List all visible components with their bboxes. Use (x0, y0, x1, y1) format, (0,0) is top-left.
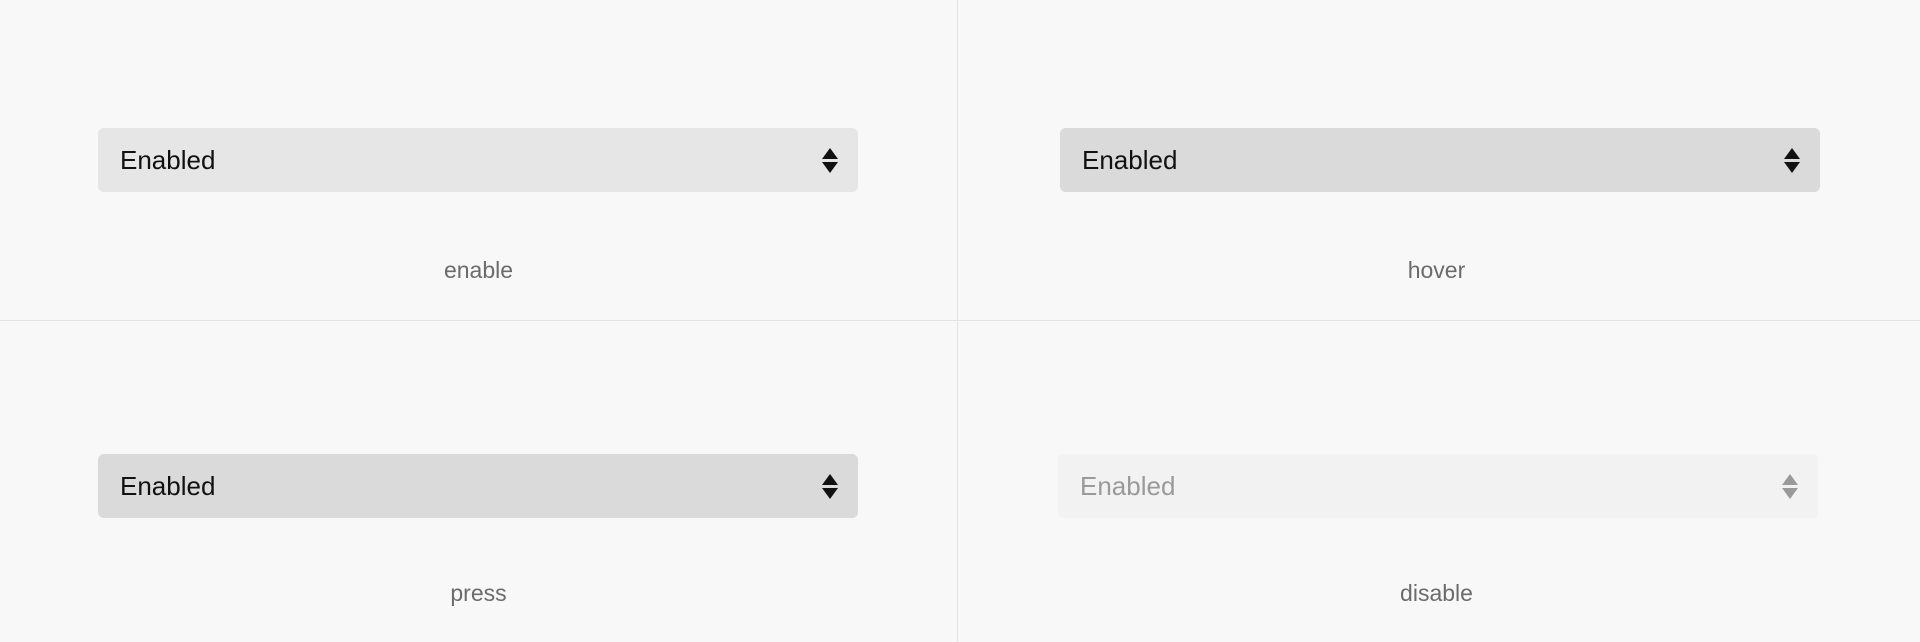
up-down-arrows-icon (1782, 473, 1798, 499)
select-disable: Enabled (1058, 454, 1818, 518)
arrow-up-icon (1782, 473, 1798, 485)
caption-disable: disable (1400, 580, 1473, 606)
select-value: Enabled (120, 144, 216, 175)
arrow-down-icon (1784, 161, 1800, 173)
up-down-arrows-icon (822, 147, 838, 173)
up-down-arrows-icon (822, 473, 838, 499)
arrow-up-icon (1784, 147, 1800, 159)
vertical-divider (957, 0, 958, 642)
arrow-down-icon (822, 487, 838, 499)
horizontal-divider (0, 320, 1920, 321)
caption-press: press (450, 580, 507, 606)
arrow-down-icon (822, 161, 838, 173)
select-value: Enabled (120, 470, 216, 501)
select-press[interactable]: Enabled (98, 454, 858, 518)
select-hover[interactable]: Enabled (1060, 128, 1820, 192)
select-value: Enabled (1082, 144, 1178, 175)
up-down-arrows-icon (1784, 147, 1800, 173)
arrow-down-icon (1782, 487, 1798, 499)
select-enable[interactable]: Enabled (98, 128, 858, 192)
select-value: Enabled (1080, 470, 1176, 501)
caption-hover: hover (1407, 257, 1466, 283)
arrow-up-icon (822, 147, 838, 159)
caption-enable: enable (443, 257, 514, 283)
arrow-up-icon (822, 473, 838, 485)
state-showcase-grid: Enabled enable Enabled hover Enabled pre… (0, 0, 1920, 642)
